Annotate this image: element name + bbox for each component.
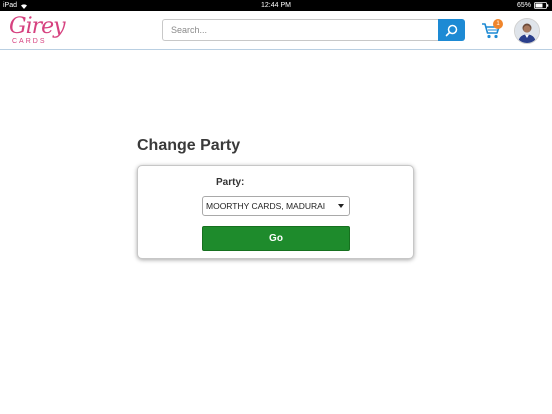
brand-logo[interactable]: Girey CARDS	[6, 14, 66, 48]
go-button[interactable]: Go	[202, 226, 350, 251]
search-input[interactable]	[162, 19, 438, 41]
status-bar: iPad 12:44 PM 65%	[0, 0, 552, 11]
status-time: 12:44 PM	[261, 2, 291, 9]
change-party-card: Party: MOORTHY CARDS, MADURAI Go	[137, 165, 414, 259]
search-icon	[445, 24, 458, 36]
party-selected-value: MOORTHY CARDS, MADURAI	[206, 201, 326, 211]
chevron-down-icon	[338, 204, 344, 208]
status-right: 65%	[517, 0, 549, 11]
battery-icon	[534, 2, 549, 9]
logo-script: Girey	[9, 14, 66, 39]
page-title: Change Party	[137, 137, 241, 154]
go-button-label: Go	[269, 233, 283, 244]
search-bar	[162, 19, 465, 41]
party-select[interactable]: MOORTHY CARDS, MADURAI	[202, 196, 350, 216]
cart-button[interactable]: 1	[481, 19, 503, 42]
search-button[interactable]	[438, 19, 465, 41]
app-header: Girey CARDS 1	[0, 11, 552, 50]
logo-sub: CARDS	[12, 38, 47, 45]
cart-count-badge: 1	[493, 19, 503, 29]
avatar[interactable]	[514, 18, 540, 44]
battery-percent: 65%	[516, 2, 531, 9]
party-label: Party:	[216, 177, 245, 188]
user-photo	[515, 19, 539, 43]
